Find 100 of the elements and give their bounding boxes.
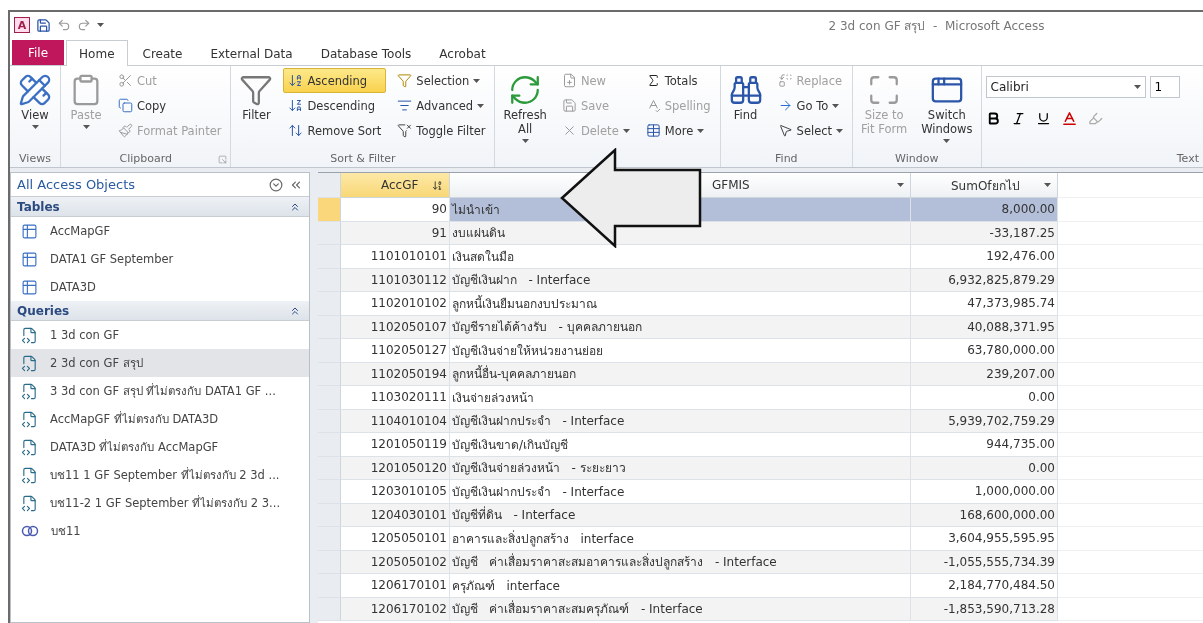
column-header[interactable]: AccGF <box>341 173 450 198</box>
caret-icon <box>697 128 705 133</box>
advanced-filter-icon <box>397 98 413 113</box>
font-size-field[interactable]: 1 <box>1149 76 1180 98</box>
row-selector[interactable] <box>318 503 341 527</box>
ribbon-button[interactable]: Descending <box>283 93 387 118</box>
ribbon-button[interactable]: More <box>640 118 716 143</box>
font-name-field[interactable]: Calibri <box>985 76 1146 98</box>
row-selector[interactable] <box>318 456 341 480</box>
ribbon-tab[interactable]: Home <box>66 40 128 66</box>
table-cell: 1103020111 <box>341 386 450 410</box>
ribbon-tab[interactable]: Acrobat <box>426 40 499 66</box>
table-cell: 1102050107 <box>341 315 450 339</box>
select-all-corner[interactable] <box>318 173 341 198</box>
row-selector[interactable] <box>318 433 341 457</box>
ribbon-tab[interactable]: Database Tools <box>307 40 425 66</box>
ribbon-button[interactable]: Copy <box>113 93 227 118</box>
file-tab[interactable]: File <box>12 40 65 65</box>
nav-group-header[interactable]: Tables <box>11 197 309 217</box>
group-label: Clipboard <box>119 151 172 165</box>
row-selector[interactable] <box>318 480 341 504</box>
ribbon-button[interactable]: Filter <box>235 68 278 128</box>
row-selector[interactable] <box>318 245 341 269</box>
caret-icon <box>97 23 104 27</box>
ribbon-button[interactable]: Switch Windows <box>917 68 977 148</box>
table-cell: 944,735.00 <box>911 433 1058 457</box>
table-cell: 91 <box>341 221 450 245</box>
table-cell: 1104010104 <box>341 409 450 433</box>
row-selector[interactable] <box>318 198 341 222</box>
table-cell: 40,088,371.95 <box>911 315 1058 339</box>
nav-item[interactable]: DATA3D ที่ไม่ตรงกับ AccMapGF <box>11 433 309 461</box>
ribbon-button[interactable]: Find <box>724 68 767 128</box>
highlighter-icon[interactable] <box>1087 111 1103 126</box>
caret-icon <box>1044 183 1051 187</box>
row-selector[interactable] <box>318 315 341 339</box>
nav-item-label: DATA1 GF September <box>50 252 174 266</box>
nav-item[interactable]: บช11 <box>11 517 309 545</box>
table-cell: 90 <box>341 198 450 222</box>
row-selector[interactable] <box>318 409 341 433</box>
ribbon-button[interactable]: Selection <box>392 68 491 93</box>
row-selector[interactable] <box>318 550 341 574</box>
nav-item-label: บช11-2 1 GF September ที่ไม่ตรงกับ 2 3... <box>50 494 281 512</box>
nav-item[interactable]: DATA3D <box>11 273 309 301</box>
caret-icon <box>521 138 529 143</box>
row-selector[interactable] <box>318 597 341 621</box>
dialog-launcher-icon[interactable] <box>218 155 228 164</box>
ribbon-button[interactable]: Toggle Filter <box>392 118 491 143</box>
row-selector[interactable] <box>318 362 341 386</box>
ribbon-button[interactable]: Advanced <box>392 93 491 118</box>
table-cell: บัญชี ค่าเสื่อมราคาสะสมอาคารและสิ่งปลูกสร้าง - Interface <box>450 550 911 574</box>
nav-item[interactable]: 3 3d con GF สรุป ที่ไม่ตรงกับ DATA1 GF ... <box>11 377 309 405</box>
nav-pane-title: All Access Objects <box>17 177 136 192</box>
table-cell: บัญชีรายได้ค้างรับ - บุคคลภายนอก <box>450 315 911 339</box>
query-icon <box>21 382 38 400</box>
column-header[interactable]: SumOfยกไป <box>911 173 1058 198</box>
ribbon-button[interactable]: Remove Sort <box>283 118 387 143</box>
copy-icon <box>118 98 133 113</box>
nav-item[interactable]: AccMapGF <box>11 217 309 245</box>
nav-item[interactable]: บช11 1 GF September ที่ไม่ตรงกับ 2 3d ... <box>11 461 309 489</box>
nav-item[interactable]: DATA1 GF September <box>11 245 309 273</box>
redo-icon[interactable] <box>77 18 91 32</box>
ribbon-button[interactable]: Totals <box>640 68 716 93</box>
ribbon-button[interactable]: View <box>14 68 56 134</box>
nav-item[interactable]: 1 3d con GF <box>11 321 309 349</box>
save-icon[interactable] <box>36 17 51 33</box>
ribbon-tab[interactable]: Create <box>129 40 196 66</box>
ribbon-button[interactable]: Ascending <box>283 68 387 93</box>
table-cell: 1204030101 <box>341 503 450 527</box>
table-cell: 1,000,000.00 <box>911 480 1058 504</box>
nav-item[interactable]: 2 3d con GF สรุป <box>11 349 309 377</box>
table-cell: 1102010102 <box>341 292 450 316</box>
ribbon-button[interactable]: Refresh All <box>499 68 551 148</box>
table-cell: 1102050127 <box>341 339 450 363</box>
nav-group-header[interactable]: Queries <box>11 301 309 321</box>
underline-icon[interactable] <box>1035 111 1051 126</box>
app-logo: A <box>14 17 30 33</box>
query-icon <box>21 410 38 428</box>
nav-item[interactable]: บช11-2 1 GF September ที่ไม่ตรงกับ 2 3... <box>11 489 309 517</box>
row-selector[interactable] <box>318 527 341 551</box>
ribbon-button[interactable]: Select <box>772 118 849 143</box>
undo-icon[interactable] <box>57 18 71 32</box>
italic-icon[interactable] <box>1010 111 1026 126</box>
cut-icon <box>118 73 133 88</box>
row-selector[interactable] <box>318 292 341 316</box>
caret-icon <box>31 124 39 129</box>
row-selector[interactable] <box>318 574 341 598</box>
dropdown-icon[interactable] <box>269 177 283 192</box>
row-selector[interactable] <box>318 386 341 410</box>
nav-item[interactable]: AccMapGF ที่ไม่ตรงกับ DATA3D <box>11 405 309 433</box>
row-selector[interactable] <box>318 221 341 245</box>
row-selector[interactable] <box>318 268 341 292</box>
table-cell: 0.00 <box>911 386 1058 410</box>
nav-item-label: บช11 1 GF September ที่ไม่ตรงกับ 2 3d ... <box>50 466 280 484</box>
caret-icon <box>622 128 630 133</box>
ribbon-tab[interactable]: External Data <box>197 40 306 66</box>
group-label: Views <box>19 151 51 165</box>
ribbon-button[interactable]: Go To <box>772 93 849 118</box>
font-color-icon[interactable] <box>1060 110 1078 127</box>
row-selector[interactable] <box>318 339 341 363</box>
table-cell: บัญชี ค่าเสื่อมราคาสะสมครุภัณฑ์ - Interface <box>450 597 911 621</box>
